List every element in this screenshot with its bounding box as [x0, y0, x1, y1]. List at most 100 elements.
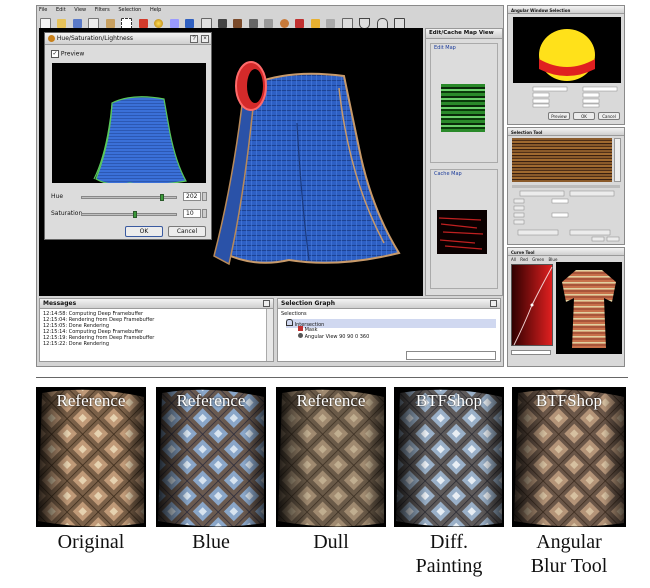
selection-graph-panel: Selection Graph Selections Intersection … [277, 298, 501, 362]
graph-node-intersection[interactable]: Intersection [286, 319, 496, 328]
menu-selection[interactable]: Selection [118, 7, 141, 13]
messages-scrollbar[interactable] [266, 309, 273, 361]
angular-sphere-view[interactable] [513, 17, 621, 83]
angular-params [513, 86, 621, 108]
dialog-close-icon[interactable]: × [201, 35, 209, 43]
curve-tool-window: Curve Tool All Red Green Blue [507, 247, 625, 367]
angular-cancel-button[interactable]: Cancel [598, 112, 620, 120]
open-folder-icon[interactable] [57, 19, 67, 29]
tile-label-original: Reference [56, 391, 126, 410]
hue-label: Hue [51, 193, 64, 200]
tile-label-diff-painting: BTFShop [415, 391, 483, 410]
texture-icon[interactable] [233, 19, 243, 29]
selection-graph-input[interactable] [406, 351, 496, 360]
cache-map-label: Cache Map [434, 171, 462, 177]
paste-icon[interactable] [105, 19, 115, 29]
edit-map-group: Edit Map [430, 43, 498, 163]
angular-ok-button[interactable]: OK [573, 112, 595, 120]
graph-node-angular-view[interactable]: Angular View 90 90 0 360 [298, 333, 369, 340]
comparison-tile-diff-painting: BTFShop [394, 387, 504, 527]
app-logo-icon [48, 35, 55, 42]
hue-spin-icon[interactable] [202, 192, 207, 201]
tile-label-angular-blur: BTFShop [535, 391, 603, 410]
caption-diff-painting: Diff. Painting [415, 531, 483, 577]
selection-tool-texture [512, 138, 612, 182]
selection-graph-close-icon[interactable] [490, 300, 497, 307]
shield-icon[interactable] [138, 19, 148, 29]
menu-bar: File Edit View Filters Selection Help [39, 7, 339, 14]
preview-checkbox-row[interactable]: ✓ Preview [51, 50, 84, 59]
angular-params-fields [532, 86, 618, 108]
ok-button[interactable]: OK [125, 226, 163, 237]
saturation-spin-icon[interactable] [202, 209, 207, 218]
caption-original: Original [57, 531, 125, 553]
wand-icon[interactable] [326, 19, 336, 29]
caption-angular-blur: Angular Blur Tool [530, 531, 608, 577]
preview-cloth [93, 96, 187, 183]
selection-tool-scrollbar[interactable] [614, 138, 621, 182]
edit-map-label: Edit Map [434, 45, 456, 51]
curve-tab-green[interactable]: Green [532, 257, 544, 262]
angular-preview-button[interactable]: Preview [548, 112, 570, 120]
saturation-value-field[interactable]: 10 [183, 209, 201, 218]
cube-icon[interactable] [264, 19, 274, 29]
graph-node-mask[interactable]: Mask [298, 326, 317, 333]
edit-cache-panel: Edit/Cache Map View Edit Map Cache Map [425, 28, 503, 296]
angular-window-title: Angular Window Selection [508, 6, 624, 14]
tile-label-blue: Reference [176, 391, 246, 410]
curve-tabs: All Red Green Blue [511, 257, 557, 263]
saturation-label: Saturation [51, 210, 83, 217]
preview-checkbox[interactable]: ✓ [51, 50, 59, 58]
comparison-tile-angular-blur: BTFShop [512, 387, 626, 527]
grid-icon[interactable] [248, 19, 258, 29]
messages-close-icon[interactable] [263, 300, 270, 307]
comparison-strip: Reference Reference Reference BTFShop BT… [36, 387, 628, 527]
saturation-slider-thumb[interactable] [133, 211, 137, 218]
edit-cache-title: Edit/Cache Map View [426, 29, 502, 39]
cancel-button[interactable]: Cancel [168, 226, 206, 237]
figure-divider [36, 377, 628, 378]
curve-tab-all[interactable]: All [511, 257, 516, 262]
curve-shirt-preview [556, 262, 622, 354]
menu-file[interactable]: File [39, 7, 47, 13]
dropper-icon[interactable] [217, 19, 227, 29]
selection-tool-controls [512, 184, 622, 242]
selection-tool-widgets [512, 185, 620, 242]
save-icon[interactable] [72, 19, 82, 29]
angular-window-selection: Angular Window Selection Preview OK Canc… [507, 5, 625, 125]
layers-icon[interactable] [169, 19, 179, 29]
selection-graph-root[interactable]: Selections [281, 311, 307, 317]
sphere-render [539, 29, 595, 81]
menu-edit[interactable]: Edit [56, 7, 66, 13]
toolbar [39, 15, 419, 48]
messages-title: Messages [40, 299, 273, 309]
comparison-tile-blue: Reference [156, 387, 266, 527]
brush-icon[interactable] [185, 19, 195, 29]
curve-range-field[interactable] [511, 350, 551, 355]
globe-icon[interactable] [279, 19, 289, 29]
comparison-tile-dull: Reference [276, 387, 386, 527]
message-line: 12:15:22: Done Rendering [43, 341, 110, 347]
menu-view[interactable]: View [74, 7, 86, 13]
paint-icon[interactable] [295, 19, 305, 29]
curve-tool-title: Curve Tool [508, 248, 624, 256]
menu-filters[interactable]: Filters [95, 7, 110, 13]
dialog-help-icon[interactable]: ? [190, 35, 198, 43]
hue-slider-thumb[interactable] [160, 194, 164, 201]
intersection-icon [286, 319, 293, 326]
tile-label-dull: Reference [296, 391, 366, 410]
menu-help[interactable]: Help [150, 7, 161, 13]
caption-blue: Blue [192, 531, 230, 553]
curve-tab-red[interactable]: Red [520, 257, 528, 262]
pencil-icon[interactable] [310, 19, 320, 29]
sphere-icon[interactable] [154, 19, 164, 29]
mask-icon [298, 326, 303, 331]
curve-graph[interactable] [511, 264, 553, 346]
hue-value-field[interactable]: 202 [183, 192, 201, 201]
saturation-slider-track[interactable] [81, 213, 177, 216]
cache-map-group: Cache Map [430, 169, 498, 289]
messages-list: 12:14:58: Computing Deep Framebuffer 12:… [43, 311, 263, 347]
hsl-dialog: Hue/Saturation/Lightness ? × ✓ Preview H… [44, 32, 212, 240]
selection-graph-title: Selection Graph [278, 299, 500, 309]
hsl-dialog-title: Hue/Saturation/Lightness [56, 35, 133, 42]
